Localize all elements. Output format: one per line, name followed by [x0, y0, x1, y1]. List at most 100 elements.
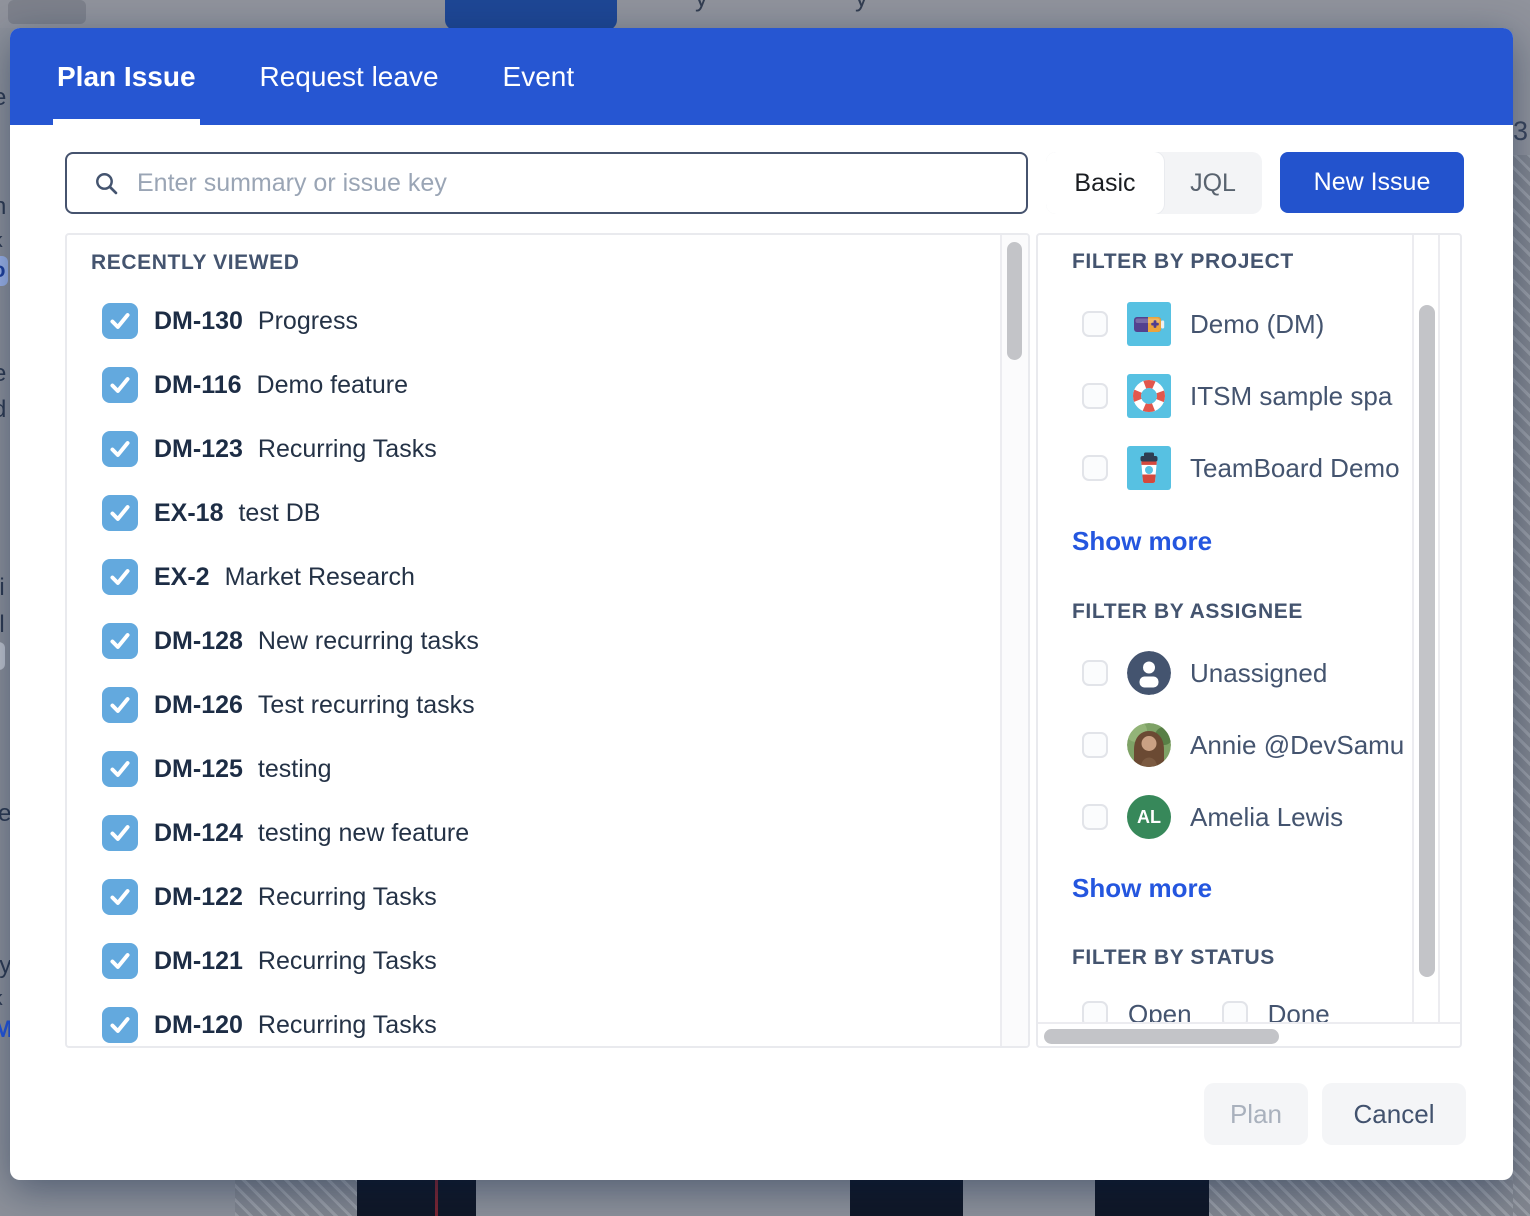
basic-mode-button[interactable]: Basic	[1046, 152, 1164, 214]
issue-row[interactable]: DM-121 Recurring Tasks	[102, 929, 437, 993]
project-name: TeamBoard Demo	[1190, 453, 1400, 484]
status-checkbox-open[interactable]	[1082, 1001, 1108, 1022]
issue-key: DM-123	[154, 435, 243, 464]
issue-row[interactable]: DM-122 Recurring Tasks	[102, 865, 437, 929]
check-icon	[107, 628, 133, 654]
issue-summary: testing	[258, 755, 332, 784]
background-text-fragment: d	[0, 396, 6, 424]
assignee-checkbox[interactable]	[1082, 804, 1108, 830]
assignee-row[interactable]: AL Amelia Lewis	[1082, 781, 1343, 853]
project-row[interactable]: ITSM sample spa	[1082, 360, 1392, 432]
status-label-done: Done	[1268, 999, 1330, 1023]
background-text-fragment: y	[855, 0, 868, 13]
issue-key: DM-125	[154, 755, 243, 784]
background-calendar-cell	[357, 1180, 476, 1216]
issue-row[interactable]: DM-126 Test recurring tasks	[102, 673, 475, 737]
background-text-fragment: ke	[0, 800, 10, 828]
background-text-fragment: y	[695, 0, 708, 13]
battery-avatar-icon	[1127, 302, 1171, 346]
issue-row[interactable]: DM-128 New recurring tasks	[102, 609, 479, 673]
issue-summary: Recurring Tasks	[258, 435, 437, 464]
project-checkbox[interactable]	[1082, 311, 1108, 337]
background-text-fragment: rk	[0, 230, 3, 253]
issue-key: DM-121	[154, 947, 243, 976]
horizontal-scrollbar[interactable]	[1038, 1022, 1460, 1048]
background-right-strip: 3	[1513, 28, 1530, 1216]
background-text-fragment: n	[0, 193, 6, 221]
issue-checkbox-checked[interactable]	[102, 687, 138, 723]
vertical-scrollbar[interactable]	[1412, 235, 1440, 1022]
unassigned-person-icon	[1127, 651, 1171, 695]
background-left-strip: e n rk o e d ui al ke ey rk M	[0, 28, 10, 1180]
scrollbar-thumb[interactable]	[1044, 1029, 1279, 1044]
assignee-name: Unassigned	[1190, 658, 1327, 689]
issue-row[interactable]: DM-120 Recurring Tasks	[102, 993, 437, 1048]
status-checkbox-done[interactable]	[1222, 1001, 1248, 1022]
assignee-name: Amelia Lewis	[1190, 802, 1343, 833]
issue-row[interactable]: DM-130 Progress	[102, 289, 358, 353]
issue-key: EX-2	[154, 563, 210, 592]
tab-plan-issue[interactable]: Plan Issue	[57, 28, 196, 125]
project-row[interactable]: Demo (DM)	[1082, 288, 1324, 360]
dialog-header: Plan Issue Request leave Event	[10, 28, 1513, 125]
issue-key: DM-124	[154, 819, 243, 848]
check-icon	[107, 564, 133, 590]
background-text-fragment: e	[0, 360, 6, 388]
background-text-fragment: rk	[0, 988, 3, 1011]
issue-checkbox-checked[interactable]	[102, 623, 138, 659]
tab-request-leave[interactable]: Request leave	[260, 28, 439, 125]
vertical-scrollbar[interactable]	[1000, 235, 1028, 1046]
assignee-checkbox[interactable]	[1082, 732, 1108, 758]
filter-by-assignee-title: FILTER BY ASSIGNEE	[1072, 600, 1303, 624]
issue-row[interactable]: DM-125 testing	[102, 737, 332, 801]
issue-checkbox-checked[interactable]	[102, 303, 138, 339]
background-hatch	[235, 1180, 357, 1216]
project-row[interactable]: TeamBoard Demo	[1082, 432, 1400, 504]
background-text-fragment: ey	[0, 952, 10, 980]
issue-row[interactable]: EX-18 test DB	[102, 481, 320, 545]
issue-summary: Recurring Tasks	[258, 883, 437, 912]
issue-summary: New recurring tasks	[258, 627, 479, 656]
scrollbar-thumb[interactable]	[1007, 242, 1022, 360]
issue-checkbox-checked[interactable]	[102, 815, 138, 851]
issue-row[interactable]: DM-123 Recurring Tasks	[102, 417, 437, 481]
issue-row[interactable]: EX-2 Market Research	[102, 545, 415, 609]
tab-event[interactable]: Event	[503, 28, 575, 125]
assignee-name: Annie @DevSamu	[1190, 730, 1404, 761]
issue-row[interactable]: DM-124 testing new feature	[102, 801, 469, 865]
new-issue-button[interactable]: New Issue	[1280, 152, 1464, 213]
check-icon	[107, 820, 133, 846]
project-name: ITSM sample spa	[1190, 381, 1392, 412]
issue-checkbox-checked[interactable]	[102, 751, 138, 787]
check-icon	[107, 436, 133, 462]
issue-checkbox-checked[interactable]	[102, 559, 138, 595]
show-more-assignees-link[interactable]: Show more	[1072, 873, 1212, 904]
check-icon	[107, 1012, 133, 1038]
issue-key: EX-18	[154, 499, 223, 528]
issue-key: DM-120	[154, 1011, 243, 1040]
project-name: Demo (DM)	[1190, 309, 1324, 340]
issue-checkbox-checked[interactable]	[102, 367, 138, 403]
issue-key: DM-116	[154, 371, 242, 400]
background-text-fragment: e	[0, 84, 6, 112]
assignee-row[interactable]: Annie @DevSamu	[1082, 709, 1404, 781]
show-more-projects-link[interactable]: Show more	[1072, 526, 1212, 557]
issue-checkbox-checked[interactable]	[102, 879, 138, 915]
issue-summary: Recurring Tasks	[258, 1011, 437, 1040]
project-checkbox[interactable]	[1082, 383, 1108, 409]
jql-mode-button[interactable]: JQL	[1164, 152, 1262, 214]
plan-button[interactable]: Plan	[1204, 1083, 1308, 1145]
project-checkbox[interactable]	[1082, 455, 1108, 481]
background-pill-fragment	[0, 642, 5, 670]
assignee-checkbox[interactable]	[1082, 660, 1108, 686]
assignee-row[interactable]: Unassigned	[1082, 637, 1327, 709]
issue-checkbox-checked[interactable]	[102, 495, 138, 531]
issue-checkbox-checked[interactable]	[102, 943, 138, 979]
issue-row[interactable]: DM-116 Demo feature	[102, 353, 408, 417]
cancel-button[interactable]: Cancel	[1322, 1083, 1466, 1145]
issue-checkbox-checked[interactable]	[102, 1007, 138, 1043]
search-input[interactable]	[135, 168, 995, 199]
issue-checkbox-checked[interactable]	[102, 431, 138, 467]
issue-summary: Demo feature	[257, 371, 408, 400]
scrollbar-thumb[interactable]	[1419, 305, 1435, 977]
